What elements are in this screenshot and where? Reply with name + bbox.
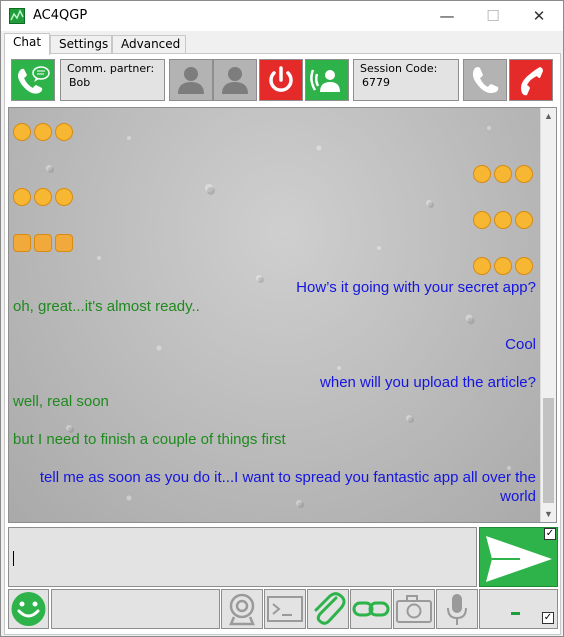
text-caret [13,551,14,566]
maximize-button[interactable]: ☐ [470,1,516,31]
emoji-message [13,123,76,143]
heart-eyes-emoji-icon [13,188,31,206]
emoji-message [473,211,536,231]
user-icon [178,67,204,94]
webcam-icon [229,593,255,626]
app-window: AC4QGP — ☐ ✕ Chat Settings Advanced Comm… [0,0,564,637]
minimize-button[interactable]: — [424,1,470,31]
status-box [51,589,220,629]
audio-level-indicator [511,612,520,615]
microphone-icon [447,594,467,625]
own-message: Cool [505,336,536,353]
phone-icon [472,67,499,93]
sunglasses-emoji-icon [494,257,512,275]
heart-eyes-emoji-icon [515,165,533,183]
microphone-button[interactable] [436,589,478,629]
terminal-button[interactable] [264,589,306,629]
link-button[interactable] [350,589,392,629]
heart-eyes-emoji-icon [34,188,52,206]
emoji-message [473,165,536,185]
own-message: when will you upload the article? [320,374,536,391]
partner-message: well, real soon [13,393,109,410]
heart-eyes-emoji-icon [494,165,512,183]
scroll-down-arrow-icon[interactable]: ▼ [541,506,556,522]
kiss-emoji-icon [34,123,52,141]
chat-scrollbar[interactable]: ▲ ▼ [540,108,556,522]
heart-eyes-emoji-icon [473,165,491,183]
own-message: tell me as soon as you do it...I want to… [39,469,536,505]
paperclip-icon [314,592,346,625]
voice-call-icon [310,69,340,92]
tab-advanced[interactable]: Advanced [112,35,186,54]
user-icon [222,67,248,94]
raised-hands-emoji-icon [55,234,73,252]
blush-emoji-icon [515,211,533,229]
power-icon [269,66,293,92]
own-message: How’s it going with your secret app? [296,279,536,296]
power-button[interactable] [259,59,303,101]
chat-log[interactable]: How’s it going with your secret app? oh,… [8,107,557,523]
send-checkbox[interactable]: ✓ [544,528,556,540]
emoji-message [13,188,76,208]
close-button[interactable]: ✕ [516,1,562,31]
tab-chat[interactable]: Chat [4,33,50,55]
partner-message: but I need to finish a couple of things … [13,431,286,448]
terminal-icon [267,596,303,622]
link-icon [352,601,390,617]
partner-name: Bob [69,76,91,89]
tab-settings[interactable]: Settings [50,35,112,54]
raised-hands-emoji-icon [13,234,31,252]
heart-eyes-emoji-icon [55,188,73,206]
scroll-thumb[interactable] [543,398,554,503]
scroll-up-arrow-icon[interactable]: ▲ [541,108,556,124]
camera-button[interactable] [393,589,435,629]
emoji-message [473,257,536,277]
hangup-button[interactable] [509,59,553,101]
webcam-button[interactable] [221,589,263,629]
voice-call-button[interactable] [305,59,349,101]
raised-hands-emoji-icon [34,234,52,252]
chat-call-icon [18,66,50,94]
level-checkbox[interactable]: ✓ [542,612,554,624]
user-button-1[interactable] [169,59,213,101]
attach-file-button[interactable] [307,589,349,629]
session-code: 6779 [362,76,390,89]
smiley-icon [11,592,46,626]
partner-message: oh, great...it's almost ready.. [13,298,200,315]
message-input[interactable] [8,527,477,587]
blush-emoji-icon [473,211,491,229]
user-button-2[interactable] [213,59,257,101]
chat-call-button[interactable] [11,59,55,101]
kiss-emoji-icon [13,123,31,141]
sunglasses-emoji-icon [515,257,533,275]
session-label: Session Code: [360,62,438,75]
blush-emoji-icon [494,211,512,229]
title-bar[interactable]: AC4QGP — ☐ ✕ [1,1,563,31]
call-button[interactable] [463,59,507,101]
partner-label: Comm. partner: [67,62,155,75]
emoji-message [13,234,76,254]
sunglasses-emoji-icon [473,257,491,275]
hangup-icon [521,67,543,96]
kiss-emoji-icon [55,123,73,141]
window-title: AC4QGP [33,8,88,23]
emoji-button[interactable] [8,589,49,629]
app-logo-icon [9,8,25,24]
camera-icon [396,595,432,623]
session-box: Session Code: 6779 [353,59,459,101]
partner-box: Comm. partner: Bob [60,59,165,101]
